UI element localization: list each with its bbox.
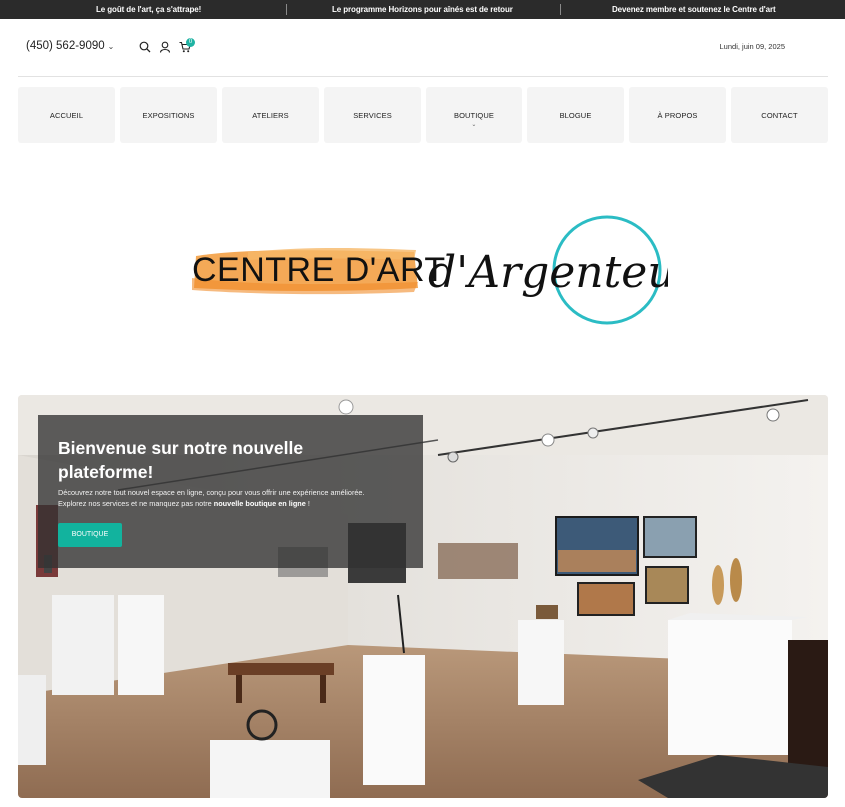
main-nav: ACCUEIL EXPOSITIONS ATELIERS SERVICES BO… <box>18 87 828 143</box>
search-icon[interactable] <box>139 41 151 53</box>
nav-item-accueil[interactable]: ACCUEIL <box>18 87 115 143</box>
boutique-button[interactable]: BOUTIQUE <box>58 523 122 547</box>
hero-description: Découvrez notre tout nouvel espace en li… <box>58 488 388 509</box>
hero-text-start: Découvrez notre tout nouvel espace en li… <box>58 488 365 508</box>
announcement-1[interactable]: Le goût de l'art, ça s'attrape! <box>96 0 201 19</box>
hero-text-bold: nouvelle boutique en ligne <box>213 498 306 508</box>
site-logo[interactable]: CENTRE D'ART d'Argenteuil <box>188 212 668 328</box>
nav-item-contact[interactable]: CONTACT <box>731 87 828 143</box>
hero-banner: Bienvenue sur notre nouvelle plateforme!… <box>18 395 828 798</box>
nav-item-ateliers[interactable]: ATELIERS <box>222 87 319 143</box>
logo-text-main: CENTRE D'ART <box>192 251 446 289</box>
announcement-3[interactable]: Devenez membre et soutenez le Centre d'a… <box>612 0 776 19</box>
hero-text-end: ! <box>305 498 310 508</box>
nav-item-blogue[interactable]: BLOGUE <box>527 87 624 143</box>
announcement-bar: Le goût de l'art, ça s'attrape! Le progr… <box>0 0 845 19</box>
nav-item-services[interactable]: SERVICES <box>324 87 421 143</box>
current-date: Lundi, juin 09, 2025 <box>719 42 785 51</box>
phone-number: (450) 562-9090 <box>26 40 105 52</box>
announcement-2[interactable]: Le programme Horizons pour aînés est de … <box>332 0 513 19</box>
divider <box>286 4 287 15</box>
user-icon[interactable] <box>159 41 171 53</box>
chevron-down-icon: ⌄ <box>107 42 115 51</box>
logo-text-script: d'Argenteuil <box>428 247 668 298</box>
chevron-down-icon: ⌄ <box>471 122 477 128</box>
header: (450) 562-9090 ⌄ 0 Lundi, juin 09, 2025 <box>18 19 828 77</box>
divider <box>560 4 561 15</box>
nav-item-expositions[interactable]: EXPOSITIONS <box>120 87 217 143</box>
nav-item-label: BOUTIQUE <box>454 110 494 120</box>
nav-item-boutique[interactable]: BOUTIQUE ⌄ <box>426 87 522 143</box>
cart-count-badge: 0 <box>186 38 195 47</box>
nav-item-a-propos[interactable]: À PROPOS <box>629 87 726 143</box>
phone-dropdown[interactable]: (450) 562-9090 ⌄ <box>26 40 114 52</box>
hero-title: Bienvenue sur notre nouvelle plateforme! <box>58 438 304 482</box>
hero-card: Bienvenue sur notre nouvelle plateforme!… <box>38 415 423 568</box>
